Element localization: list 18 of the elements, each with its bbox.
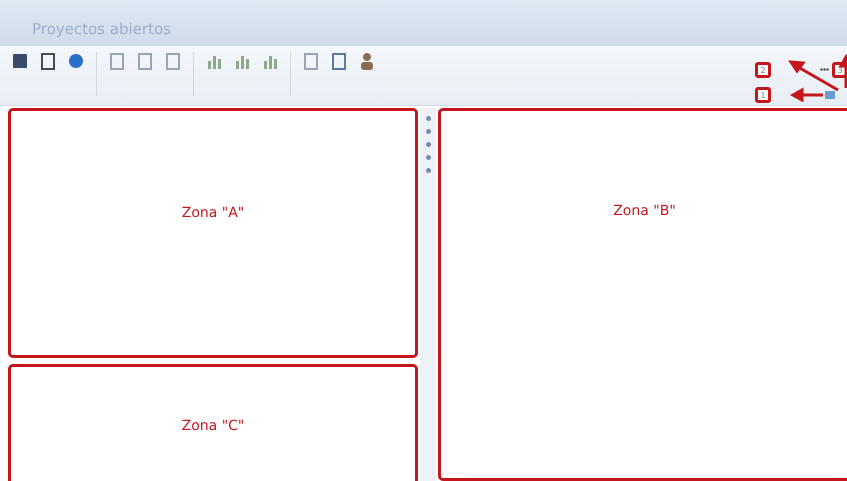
- person-icon[interactable]: [359, 52, 375, 70]
- doc-icon[interactable]: [137, 52, 153, 70]
- info-icon[interactable]: [68, 52, 84, 70]
- splitter-icon[interactable]: [426, 142, 430, 147]
- splitter-icon[interactable]: [426, 129, 430, 134]
- doc-icon[interactable]: [303, 52, 319, 70]
- doc-icon[interactable]: [109, 52, 125, 70]
- window-title: Proyectos abiertos: [32, 20, 171, 38]
- zone-label: Zona "A": [182, 205, 244, 221]
- zone-label: Zona "B": [613, 203, 676, 219]
- splitter-icon[interactable]: [426, 116, 430, 121]
- more-icon[interactable]: [820, 68, 829, 71]
- callout-marker: 1: [755, 87, 771, 103]
- zone-label: Zona "C": [182, 418, 244, 434]
- splitter-icon[interactable]: [426, 155, 430, 160]
- callout-marker: 2: [755, 62, 771, 78]
- splitter-icon[interactable]: [426, 168, 430, 173]
- doc-icon[interactable]: [165, 52, 181, 70]
